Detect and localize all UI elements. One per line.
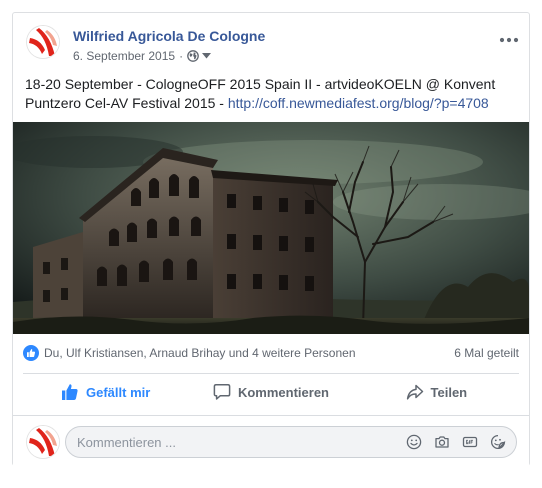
author-avatar[interactable] [27, 26, 59, 58]
emoji-icon[interactable] [404, 432, 424, 452]
post-photo[interactable] [13, 122, 529, 334]
caret-down-icon[interactable] [202, 53, 212, 59]
author-name[interactable]: Wilfried Agricola De Cologne [73, 28, 265, 44]
sticker-icon[interactable] [488, 432, 508, 452]
gif-icon[interactable] [460, 432, 480, 452]
post-meta: 6. September 2015 · [73, 49, 212, 63]
comment-label: Kommentieren [237, 384, 329, 400]
like-button[interactable]: Gefällt mir [23, 376, 188, 408]
post-text: 18-20 September - CologneOFF 2015 Spain … [25, 75, 521, 113]
comment-button[interactable]: Kommentieren [188, 376, 353, 408]
share-count[interactable]: 6 Mal geteilt [454, 346, 519, 360]
meta-separator: · [179, 49, 184, 63]
building-photo [13, 122, 529, 334]
comment-input[interactable] [66, 427, 396, 457]
comment-tools [396, 432, 516, 452]
share-arrow-icon [406, 383, 431, 401]
globe-icon[interactable] [187, 50, 199, 62]
post-card: Wilfried Agricola De Cologne 6. Septembe… [12, 12, 530, 466]
post-link[interactable]: http://coff.newmediafest.org/blog/?p=470… [228, 95, 489, 111]
action-bar: Gefällt mir Kommentieren Teilen [23, 376, 519, 408]
share-label: Teilen [430, 384, 468, 400]
profile-picture-logo [27, 26, 59, 58]
profile-picture-logo [27, 426, 59, 458]
thumbs-up-icon [61, 383, 86, 401]
comment-box [65, 426, 517, 458]
like-bubble-icon[interactable] [23, 345, 39, 361]
reaction-names[interactable]: Du, Ulf Kristiansen, Arnaud Brihay und 4… [44, 346, 356, 360]
post-date[interactable]: 6. September 2015 [73, 49, 175, 63]
comment-composer [13, 415, 529, 466]
ellipsis-icon[interactable] [499, 31, 519, 43]
share-button[interactable]: Teilen [354, 376, 519, 408]
commenter-avatar[interactable] [27, 426, 59, 458]
like-label: Gefällt mir [86, 384, 151, 400]
divider-top [23, 373, 519, 374]
reactions-bar: Du, Ulf Kristiansen, Arnaud Brihay und 4… [23, 345, 519, 361]
comment-bubble-icon [213, 383, 238, 401]
camera-icon[interactable] [432, 432, 452, 452]
